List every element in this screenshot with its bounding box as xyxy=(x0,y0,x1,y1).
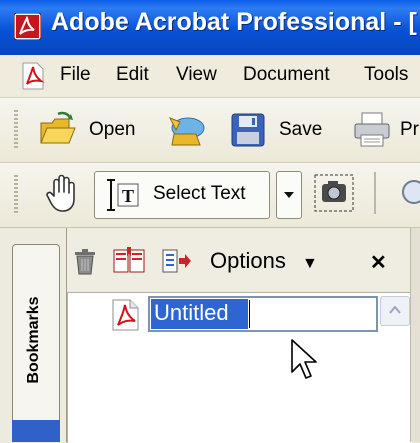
chevron-down-icon xyxy=(284,192,294,198)
pdf-document-icon[interactable] xyxy=(20,62,46,90)
floppy-disk-icon xyxy=(231,113,265,147)
bookmark-pdf-icon xyxy=(112,299,139,331)
save-label: Save xyxy=(279,119,323,140)
new-bookmark-icon[interactable] xyxy=(112,246,146,276)
printer-icon xyxy=(354,112,390,147)
options-label: Options xyxy=(210,248,286,273)
hand-tool-icon[interactable] xyxy=(42,172,82,214)
bookmark-name-text: Untitled xyxy=(154,300,229,325)
chevron-up-icon xyxy=(389,306,401,314)
organizer-icon[interactable] xyxy=(164,108,208,152)
menu-file[interactable]: File xyxy=(60,64,91,86)
acrobat-app-icon[interactable] xyxy=(14,13,41,40)
delete-trash-icon[interactable] xyxy=(72,246,98,276)
select-text-button[interactable]: T Select Text xyxy=(94,171,270,219)
menu-tools[interactable]: Tools xyxy=(364,64,408,86)
scrollbar-up-button[interactable] xyxy=(380,296,410,326)
open-button[interactable]: Open xyxy=(34,108,144,152)
print-button[interactable]: Pr xyxy=(352,108,420,152)
text-select-cursor-icon: T xyxy=(107,179,139,211)
tab-bookmarks-label: Bookmarks xyxy=(25,296,42,384)
print-label: Pr xyxy=(400,119,419,140)
svg-text:T: T xyxy=(122,186,134,206)
panel-splitter[interactable] xyxy=(410,228,420,442)
menu-edit[interactable]: Edit xyxy=(116,64,149,86)
select-text-label: Select Text xyxy=(153,183,246,204)
open-folder-icon xyxy=(40,111,76,144)
mouse-pointer-icon xyxy=(291,339,317,379)
zoom-icon[interactable] xyxy=(394,178,420,212)
close-icon[interactable]: ✕ xyxy=(370,250,387,275)
expand-bookmark-icon[interactable] xyxy=(160,246,194,276)
window-title: Adobe Acrobat Professional - [ xyxy=(51,8,417,36)
menu-view[interactable]: View xyxy=(176,64,217,86)
menu-document[interactable]: Document xyxy=(243,64,330,86)
snapshot-tool-icon[interactable] xyxy=(312,172,356,214)
select-tool-dropdown-button[interactable] xyxy=(276,171,302,219)
toolbar-separator xyxy=(374,172,376,214)
open-label: Open xyxy=(89,119,136,140)
save-button[interactable]: Save xyxy=(228,108,338,152)
chevron-down-icon: ▼ xyxy=(301,255,318,272)
text-caret xyxy=(249,300,250,328)
toolbar-grip[interactable] xyxy=(14,175,18,215)
options-menu-button[interactable]: Options ▼ xyxy=(210,248,318,274)
toolbar-grip[interactable] xyxy=(14,110,18,150)
tab-bookmarks-indicator xyxy=(12,420,60,442)
